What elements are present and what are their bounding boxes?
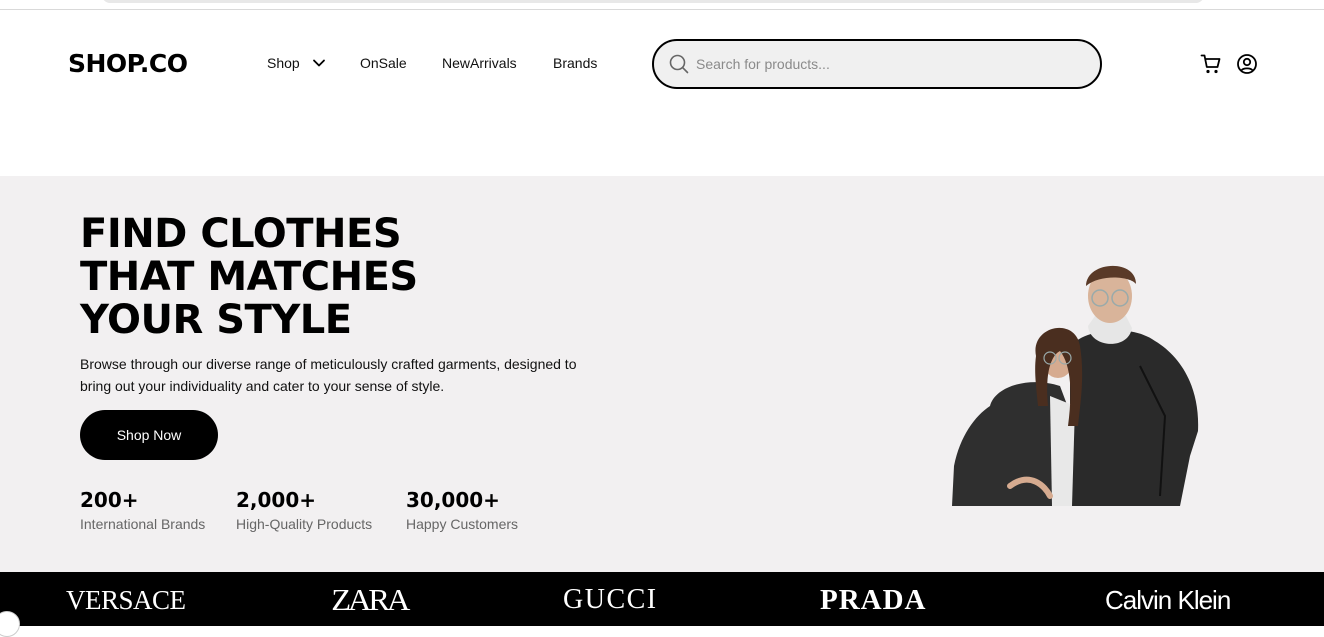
stat-brands: 200+ International Brands — [80, 487, 205, 532]
scroll-bar-edge — [102, 0, 1204, 3]
stat-label: High-Quality Products — [236, 516, 373, 532]
stat-number: 30,000+ — [406, 488, 500, 512]
stat-products: 2,000+ High-Quality Products — [236, 487, 372, 532]
user-icon[interactable] — [1236, 53, 1258, 75]
stat-number: 2,000+ — [236, 488, 317, 512]
search-input[interactable] — [696, 49, 1086, 79]
nav-new-arrivals[interactable]: NewArrivals — [442, 55, 517, 71]
brand-prada[interactable]: PRADA — [820, 582, 927, 618]
corner-widget-icon[interactable] — [0, 611, 20, 637]
nav-onsale[interactable]: OnSale — [360, 55, 407, 71]
hero-title-line: YOUR STYLE — [80, 297, 352, 343]
site-header: SHOP.CO Shop OnSale NewArrivals Brands — [0, 11, 1324, 176]
hero-title-line: FIND CLOTHES — [80, 211, 402, 257]
cart-icon[interactable] — [1200, 53, 1222, 75]
hero-section: FIND CLOTHES THAT MATCHES YOUR STYLE Bro… — [0, 176, 1324, 572]
site-logo[interactable]: SHOP.CO — [68, 49, 188, 78]
nav-shop-label: Shop — [267, 55, 300, 71]
nav-brands[interactable]: Brands — [553, 55, 597, 71]
search-icon — [669, 54, 689, 74]
chevron-down-icon — [312, 59, 325, 67]
hero-models-image — [952, 265, 1199, 506]
brands-bar: VERSACE ZARA GUCCI PRADA Calvin Klein — [0, 572, 1324, 626]
brand-zara[interactable]: ZARA — [331, 582, 410, 618]
stat-label: International Brands — [80, 516, 206, 532]
search-bar — [652, 39, 1102, 89]
shop-now-button[interactable]: Shop Now — [80, 410, 218, 460]
brand-gucci[interactable]: GUCCI — [563, 582, 658, 618]
browser-top-strip — [0, 0, 1324, 10]
hero-title: FIND CLOTHES THAT MATCHES YOUR STYLE — [80, 213, 500, 342]
stat-label: Happy Customers — [406, 516, 519, 532]
stat-number: 200+ — [80, 488, 139, 512]
stat-customers: 30,000+ Happy Customers — [406, 487, 518, 532]
brand-calvin-klein[interactable]: Calvin Klein — [1105, 582, 1231, 618]
hero-description: Browse through our diverse range of meti… — [80, 356, 577, 394]
hero-title-line: THAT MATCHES — [80, 254, 418, 300]
brand-versace[interactable]: VERSACE — [66, 582, 186, 618]
nav-shop[interactable]: Shop — [267, 55, 326, 71]
